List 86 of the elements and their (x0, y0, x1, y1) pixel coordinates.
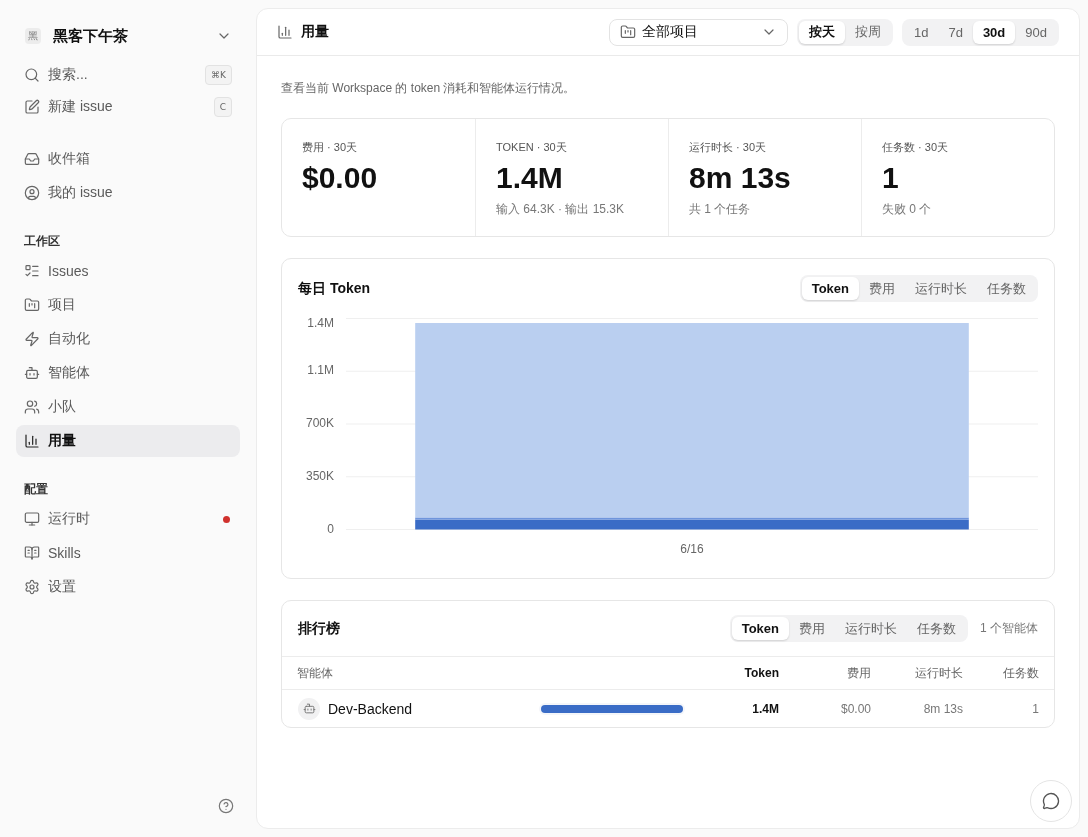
user-circle-icon (24, 185, 40, 201)
table-cell-text: $0.00 (839, 701, 871, 716)
bar-chart-icon (24, 433, 40, 449)
checklist-icon (24, 263, 40, 279)
folder-icon (619, 24, 636, 40)
stat-label: 运行时长 · 30天 (689, 140, 767, 154)
users-icon (24, 399, 40, 415)
column-header: 费用 (846, 664, 871, 682)
stat-value: $0.00 (302, 161, 379, 195)
tab[interactable]: 按天 (798, 20, 845, 44)
stat-label: 费用 · 30天 (302, 140, 358, 154)
tab[interactable]: 费用 (789, 617, 835, 640)
column-header: Token (743, 666, 779, 680)
monitor-icon (24, 511, 40, 527)
axis-label: 1.4M (307, 316, 334, 331)
tab[interactable]: 按周 (844, 20, 891, 44)
stat-detail: 输入 64.3K · 输出 15.3K (496, 201, 626, 217)
nav-item[interactable]: Issues (16, 255, 240, 287)
nav-item[interactable]: 我的 issue (16, 177, 240, 209)
tab[interactable]: 运行时长 (905, 277, 977, 300)
stat-value: 1.4M (496, 161, 564, 195)
folder-icon (24, 297, 40, 313)
shortcut-key: C (213, 97, 232, 117)
nav-item[interactable]: 项目 (16, 289, 240, 321)
robot-icon (24, 365, 40, 381)
nav-item[interactable]: 自动化 (16, 323, 240, 355)
nav-item[interactable]: 小队 (16, 391, 240, 423)
nav-item[interactable]: 运行时 (16, 503, 240, 535)
robot-icon (298, 697, 320, 720)
project-select[interactable]: 全部项目 (608, 18, 788, 46)
column-header: 任务数 (1002, 664, 1039, 682)
help-icon[interactable] (218, 798, 234, 814)
axis-label: 0 (327, 521, 334, 536)
inbox-icon (24, 151, 40, 167)
table-cell-text: 8m 13s (922, 701, 963, 716)
tab[interactable]: 7d (938, 20, 973, 44)
nav-item[interactable]: 用量 (16, 425, 240, 457)
axis-label: 700K (305, 416, 334, 431)
workspace-name: 黑客下午茶 (53, 26, 129, 46)
section-title: 配置 (23, 480, 49, 498)
nav-item[interactable]: 设置 (16, 571, 240, 603)
column-header: 运行时长 (914, 664, 963, 682)
nav-item[interactable]: Skills (16, 537, 240, 569)
stat-detail: 共 1 个任务 (689, 201, 752, 217)
stat-detail: 失败 0 个 (882, 201, 933, 217)
axis-label: 1.1M (307, 363, 334, 378)
tab[interactable]: Token (731, 617, 789, 640)
tab[interactable]: 运行时长 (835, 617, 907, 640)
search-icon (24, 67, 40, 83)
table-cell-text: 1 (1031, 701, 1039, 716)
nav-item[interactable]: 智能体 (16, 357, 240, 389)
column-header: 智能体 (297, 664, 334, 682)
stat-label: TOKEN · 30天 (496, 140, 568, 154)
agent-name: Dev-Backend (328, 700, 413, 717)
table-cell-text: 1.4M (751, 701, 779, 716)
description-text: 查看当前 Workspace 的 token 消耗和智能体运行情况。 (281, 80, 577, 96)
chat-button[interactable] (1030, 780, 1072, 822)
nav-item[interactable]: 搜索... ⌘K (16, 59, 240, 91)
workspace-avatar: 黑 (25, 28, 41, 44)
edit-icon (24, 99, 40, 115)
section-title: 工作区 (23, 232, 61, 250)
book-icon (24, 545, 40, 561)
tab[interactable]: 任务数 (907, 617, 966, 640)
tab[interactable]: 1d (903, 20, 939, 44)
chart-title: 每日 Token (298, 279, 372, 298)
nav-item[interactable]: 新建 issue C (16, 91, 240, 123)
stat-label: 任务数 · 30天 (882, 140, 949, 154)
tab[interactable]: Token (801, 277, 859, 300)
bar-chart-icon (277, 24, 293, 40)
page-title: 用量 (301, 23, 329, 41)
stat-value: 8m 13s (689, 161, 792, 195)
axis-label: 6/16 (680, 542, 704, 557)
tab[interactable]: 90d (1015, 20, 1057, 44)
tab[interactable]: 费用 (859, 277, 905, 300)
tab[interactable]: 30d (972, 20, 1016, 44)
stat-value: 1 (882, 161, 900, 195)
workspace-switcher[interactable]: 黑 黑客下午茶 (16, 20, 240, 52)
lightning-icon (24, 331, 40, 347)
agent-count: 1 个智能体 (980, 620, 1038, 637)
axis-label: 350K (305, 468, 334, 483)
tab[interactable]: 任务数 (977, 277, 1036, 300)
chat-icon (1042, 792, 1060, 810)
shortcut-key: ⌘K (205, 65, 232, 85)
leaderboard-title: 排行榜 (298, 619, 341, 638)
nav-item[interactable]: 收件箱 (16, 143, 240, 175)
settings-icon (24, 579, 40, 595)
